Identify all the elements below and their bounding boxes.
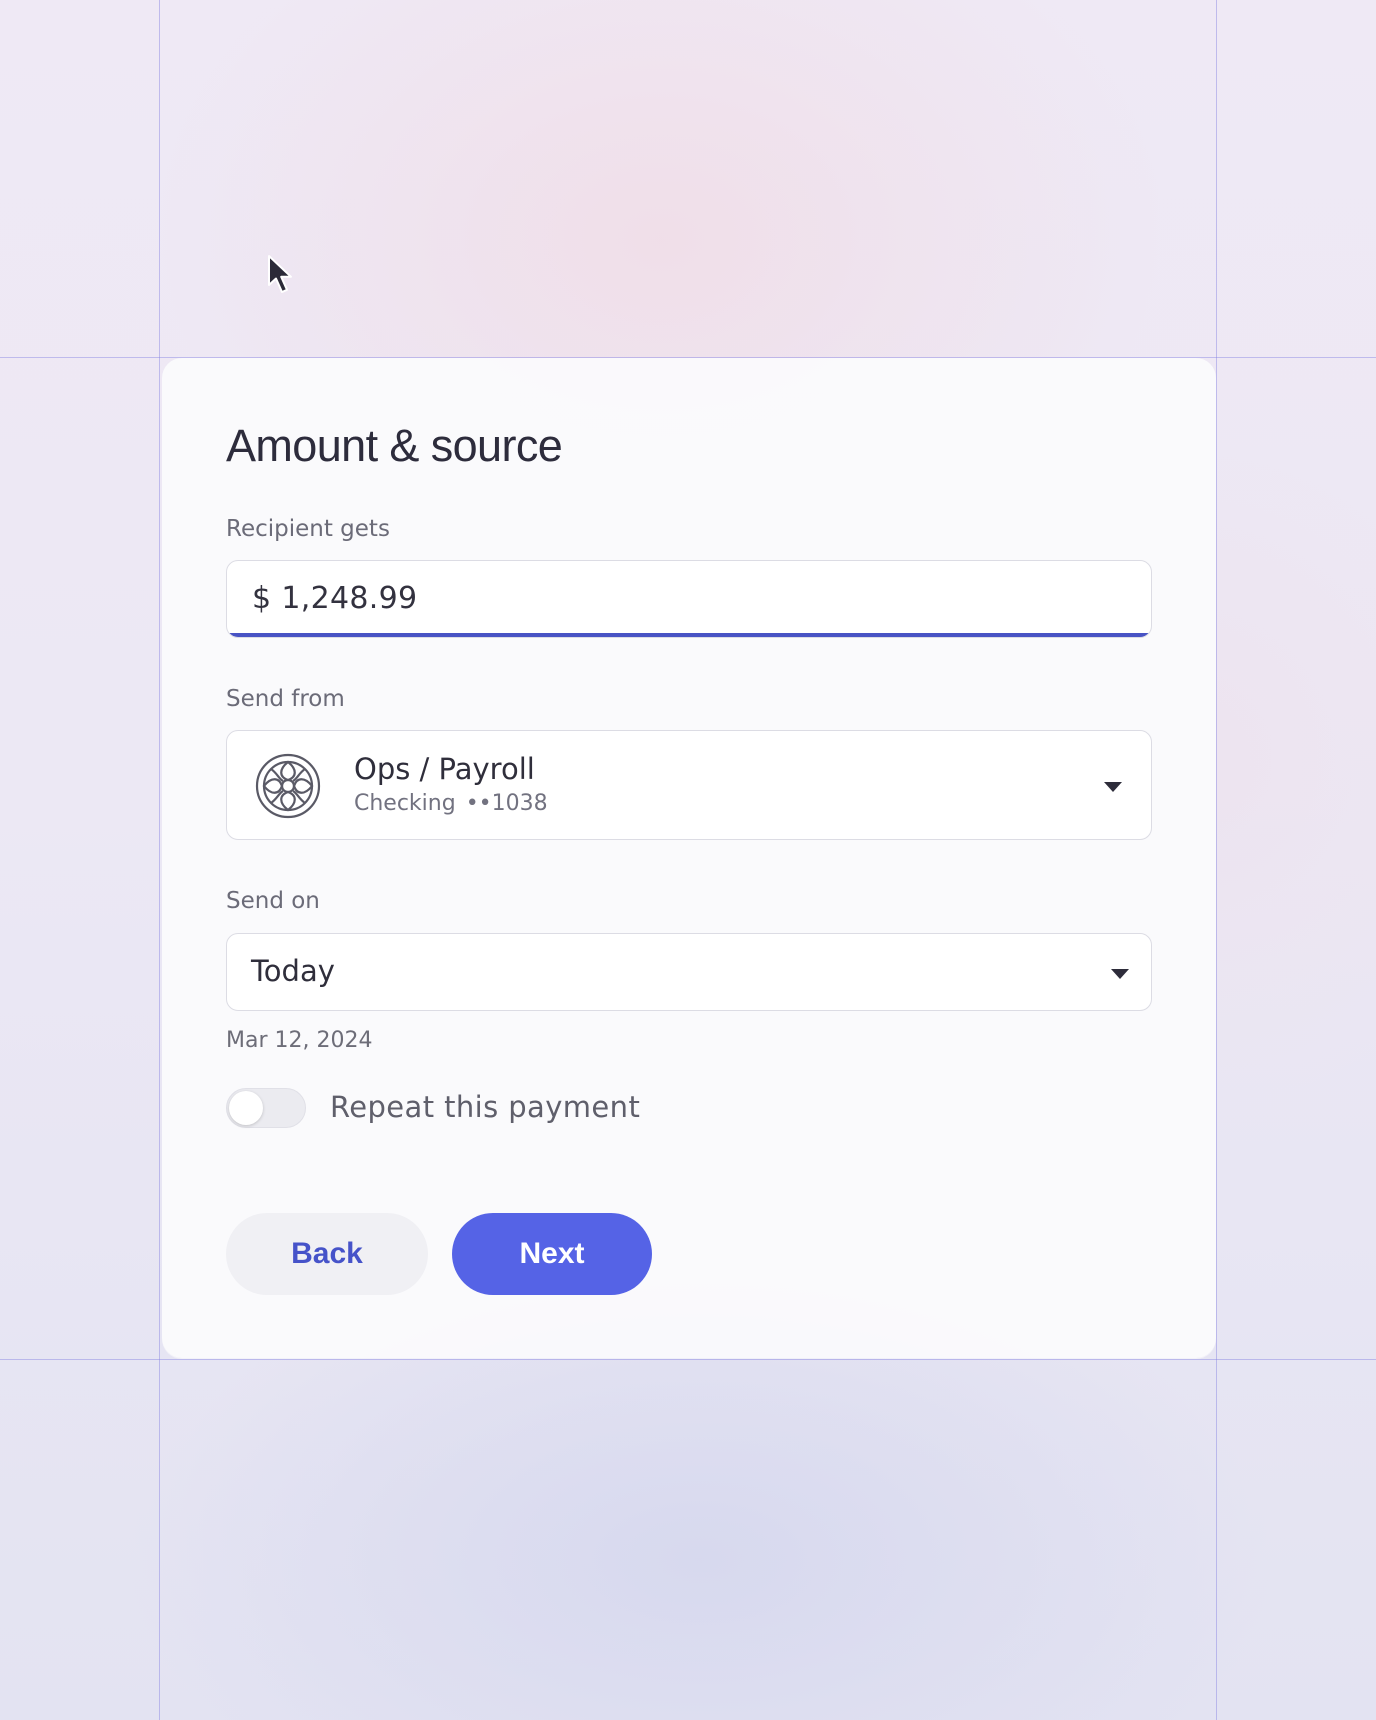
amount-value: 1,248.99 bbox=[281, 581, 418, 616]
back-button[interactable]: Back bbox=[226, 1213, 428, 1295]
account-name: Ops / Payroll bbox=[354, 752, 535, 786]
mouse-pointer-icon bbox=[268, 255, 292, 293]
repeat-payment-label: Repeat this payment bbox=[330, 1090, 641, 1124]
layout-guide-right bbox=[1216, 0, 1217, 1720]
schedule-label: Send on bbox=[226, 888, 320, 914]
page-title: Amount & source bbox=[226, 420, 563, 471]
send-date-value: Today bbox=[251, 954, 335, 988]
layout-guide-left bbox=[159, 0, 160, 1720]
focus-underline bbox=[227, 633, 1151, 637]
amount-input[interactable]: $1,248.99 bbox=[226, 560, 1152, 638]
caret-down-icon bbox=[1104, 782, 1122, 792]
account-mask: ••1038 bbox=[465, 791, 548, 816]
repeat-payment-toggle[interactable] bbox=[226, 1088, 306, 1128]
amount-label: Recipient gets bbox=[226, 516, 390, 542]
send-date-select[interactable]: Today bbox=[226, 933, 1152, 1011]
caret-down-icon bbox=[1111, 969, 1129, 979]
next-button[interactable]: Next bbox=[452, 1213, 652, 1295]
currency-symbol: $ bbox=[252, 581, 272, 616]
amount-value-display: $1,248.99 bbox=[252, 581, 417, 616]
account-details: Checking ••1038 bbox=[354, 791, 548, 816]
toggle-knob bbox=[229, 1091, 263, 1125]
source-label: Send from bbox=[226, 686, 345, 712]
payment-form-card: Amount & source Recipient gets $1,248.99… bbox=[162, 358, 1216, 1358]
send-date-hint: Mar 12, 2024 bbox=[226, 1028, 373, 1053]
account-type: Checking bbox=[354, 791, 456, 816]
source-account-select[interactable]: Ops / Payroll Checking ••1038 bbox=[226, 730, 1152, 840]
ornate-emblem-icon bbox=[255, 753, 321, 819]
layout-guide-bottom bbox=[0, 1359, 1376, 1360]
